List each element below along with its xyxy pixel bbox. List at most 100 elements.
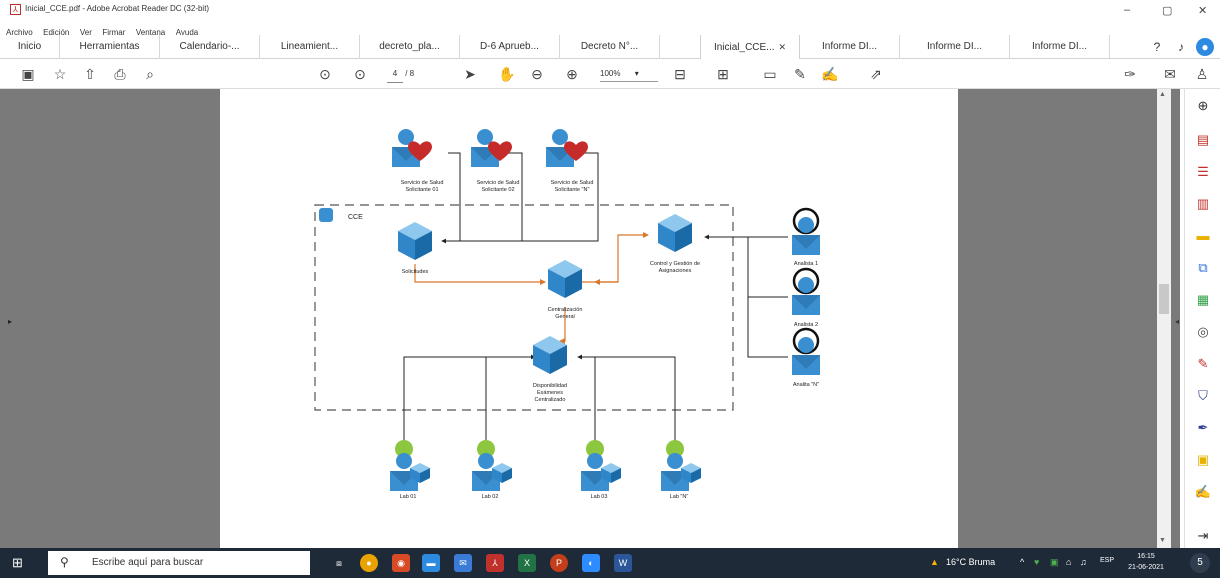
fill-sign-icon[interactable]: ✎ bbox=[1194, 355, 1212, 373]
language-indicator[interactable]: ESP bbox=[1100, 557, 1114, 564]
zoom-select[interactable]: 100% ▾ bbox=[600, 66, 658, 82]
highlight-pen-icon[interactable]: ✎ bbox=[790, 64, 810, 84]
more-tools-icon[interactable]: ▣ bbox=[1194, 451, 1212, 469]
architecture-diagram: CCE Servicio de Salud Solicitante 01 Ser… bbox=[314, 129, 820, 500]
centralizacion-node: Centralización General bbox=[548, 260, 583, 320]
tab-inicial-cce[interactable]: Inicial_CCE... ✕ bbox=[700, 35, 800, 59]
comment-tool-icon[interactable]: ▬ bbox=[1194, 227, 1212, 245]
save-icon[interactable]: ▣ bbox=[18, 64, 38, 84]
bell-icon[interactable]: ♪ bbox=[1172, 38, 1190, 56]
document-viewer: ▸ CCE Servicio de Salud Solicitante 01 S… bbox=[0, 89, 1180, 548]
service-label-line1: Servicio de Salud bbox=[551, 180, 594, 186]
fit-page-icon[interactable]: ⊟ bbox=[670, 64, 690, 84]
tab-inicio[interactable]: Inicio bbox=[0, 35, 60, 59]
zoom-out-icon[interactable]: ⊖ bbox=[527, 64, 547, 84]
centralizacion-label-line1: Centralización bbox=[548, 307, 583, 313]
taskbar: ⊞ ⚲ Escribe aquí para buscar ⧈ ● ◉ ▬ ✉ ⅄… bbox=[0, 548, 1220, 578]
protect-icon[interactable]: ⛉ bbox=[1194, 387, 1212, 405]
acrobat-icon[interactable]: ⅄ bbox=[486, 554, 504, 572]
sign-icon[interactable]: ✍ bbox=[820, 64, 840, 84]
tab-document[interactable]: Calendario-... bbox=[160, 35, 260, 59]
zoom-app-icon[interactable]: ◐ bbox=[582, 554, 600, 572]
bookmark-star-icon[interactable]: ☆ bbox=[50, 64, 70, 84]
scroll-thumb[interactable] bbox=[1159, 284, 1169, 314]
email-icon[interactable]: ✉ bbox=[1160, 64, 1180, 84]
help-icon[interactable]: ? bbox=[1148, 38, 1166, 56]
signature-icon[interactable]: ✑ bbox=[1120, 64, 1140, 84]
tab-label: Informe DI... bbox=[821, 41, 877, 52]
tab-document[interactable]: Decreto N°... bbox=[560, 35, 660, 59]
chevron-down-icon: ▾ bbox=[634, 69, 639, 78]
add-user-icon[interactable]: ♙ bbox=[1192, 64, 1212, 84]
page-down-icon[interactable]: ⊙ bbox=[350, 64, 370, 84]
tab-document[interactable]: Informe DI... bbox=[1010, 35, 1110, 59]
tray-overflow-icon[interactable]: ^ bbox=[1020, 557, 1024, 567]
upload-icon[interactable]: ⇧ bbox=[80, 64, 100, 84]
tab-document[interactable]: D-6 Aprueb... bbox=[460, 35, 560, 59]
zoom-tool-icon[interactable]: ⊕ bbox=[1194, 97, 1212, 115]
file-explorer-icon[interactable]: ▬ bbox=[422, 554, 440, 572]
volume-icon[interactable]: ♫ bbox=[1080, 557, 1087, 567]
task-view-icon[interactable]: ⧈ bbox=[330, 554, 348, 572]
combine-files-icon[interactable]: ⧉ bbox=[1194, 259, 1212, 277]
network-icon[interactable]: ⌂ bbox=[1066, 557, 1071, 567]
excel-export-icon[interactable]: ▦ bbox=[1194, 291, 1212, 309]
search-icon[interactable]: ⌕ bbox=[140, 64, 160, 84]
lab-label: Lab 01 bbox=[400, 494, 417, 500]
tab-label: D-6 Aprueb... bbox=[480, 41, 539, 52]
close-button[interactable]: ✕ bbox=[1198, 4, 1207, 17]
hand-tool-icon[interactable]: ✋ bbox=[497, 64, 517, 84]
tab-document[interactable]: Informe DI... bbox=[900, 35, 1010, 59]
account-icon[interactable]: ● bbox=[1196, 38, 1214, 56]
sign-pen-icon[interactable]: ✍ bbox=[1194, 483, 1212, 501]
pdf-page: CCE Servicio de Salud Solicitante 01 Ser… bbox=[220, 89, 958, 548]
windows-start-icon[interactable]: ⊞ bbox=[12, 556, 26, 570]
powerpoint-icon[interactable]: P bbox=[550, 554, 568, 572]
word-icon[interactable]: W bbox=[614, 554, 632, 572]
compress-icon[interactable]: ◎ bbox=[1194, 323, 1212, 341]
excel-icon[interactable]: X bbox=[518, 554, 536, 572]
page-number-input[interactable]: 4 bbox=[387, 66, 403, 83]
tab-document[interactable]: Lineamient... bbox=[260, 35, 360, 59]
page-up-icon[interactable]: ⊙ bbox=[315, 64, 335, 84]
select-cursor-icon[interactable]: ➤ bbox=[460, 64, 480, 84]
collapse-panel-icon[interactable]: ⇥ bbox=[1194, 527, 1212, 545]
clock[interactable]: 16:15 21-06-2021 bbox=[1124, 551, 1168, 573]
comment-icon[interactable]: ▭ bbox=[760, 64, 780, 84]
scroll-up-icon[interactable]: ▲ bbox=[1159, 91, 1166, 98]
organize-pages-icon[interactable]: ☰ bbox=[1194, 163, 1212, 181]
mail-icon[interactable]: ✉ bbox=[454, 554, 472, 572]
expand-left-panel-icon[interactable]: ▸ bbox=[8, 317, 12, 326]
security-icon[interactable]: ♥ bbox=[1034, 557, 1039, 567]
create-pdf-icon[interactable]: ▤ bbox=[1194, 131, 1212, 149]
maximize-button[interactable]: ▢ bbox=[1162, 4, 1172, 17]
page-view-icon[interactable]: ⊞ bbox=[713, 64, 733, 84]
tab-label: Herramientas bbox=[79, 41, 140, 52]
chrome-icon[interactable]: ● bbox=[360, 554, 378, 572]
collapse-right-panel-icon[interactable]: ◂ bbox=[1175, 317, 1179, 326]
tab-document[interactable]: Informe DI... bbox=[800, 35, 900, 59]
clock-date: 21-06-2021 bbox=[1128, 564, 1164, 571]
analyst-label: Analita "N" bbox=[793, 382, 819, 388]
tab-label: decreto_pla... bbox=[379, 41, 440, 52]
tab-close-icon[interactable]: ✕ bbox=[779, 42, 787, 52]
search-input[interactable]: ⚲ Escribe aquí para buscar bbox=[48, 551, 310, 575]
vertical-scrollbar[interactable]: ▲ ▼ bbox=[1157, 89, 1171, 548]
export-pdf-icon[interactable]: ▥ bbox=[1194, 195, 1212, 213]
solicitudes-label: Solicitudes bbox=[402, 269, 429, 275]
tray-app-icon[interactable]: ▣ bbox=[1050, 557, 1059, 568]
service-label-line2: Solicitante 01 bbox=[405, 187, 438, 193]
app-icon[interactable]: ◉ bbox=[392, 554, 410, 572]
send-signature-icon[interactable]: ✒ bbox=[1194, 419, 1212, 437]
weather-text[interactable]: 16°C Bruma bbox=[946, 557, 995, 567]
share-icon[interactable]: ⇗ bbox=[866, 64, 886, 84]
tab-bar: Inicio Herramientas Calendario-... Linea… bbox=[0, 35, 1220, 59]
tab-document[interactable]: decreto_pla... bbox=[360, 35, 460, 59]
print-icon[interactable]: ⎙ bbox=[110, 64, 130, 84]
minimize-button[interactable]: – bbox=[1124, 4, 1130, 16]
tab-herramientas[interactable]: Herramientas bbox=[60, 35, 160, 59]
scroll-down-icon[interactable]: ▼ bbox=[1159, 537, 1166, 544]
disponibilidad-label-line2: Exámenes bbox=[537, 390, 563, 396]
zoom-in-icon[interactable]: ⊕ bbox=[562, 64, 582, 84]
notification-center-icon[interactable]: 5 bbox=[1190, 553, 1210, 573]
